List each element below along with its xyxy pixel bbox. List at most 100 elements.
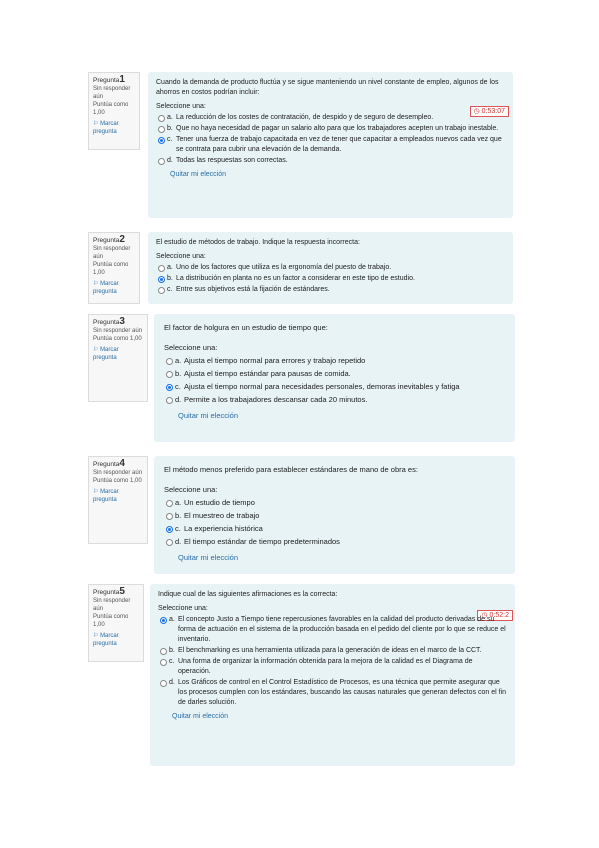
radio-button-selected[interactable] [158,137,165,144]
clear-choice-link[interactable]: Quitar mi elección [164,410,505,422]
option-text: La experiencia histórica [184,524,263,533]
question-text: El método menos preferido para establece… [164,465,418,474]
answer-option[interactable]: c. Entre sus objetivos está la fijación d… [156,285,505,295]
radio-button[interactable] [158,287,165,294]
option-text: La reducción de los costes de contrataci… [176,114,434,121]
option-text: Ajusta el tiempo estándar para pausas de… [184,369,351,378]
option-text: Que no haya necesidad de pagar un salari… [176,125,499,132]
option-text: Una forma de organizar la información ob… [178,658,473,675]
answer-option[interactable]: a. Ajusta el tiempo normal para errores y… [164,355,505,367]
question-label: Pregunta [93,461,120,468]
question-text: Cuando la demanda de producto fluctúa y … [156,79,499,96]
radio-button[interactable] [166,371,173,378]
answer-option[interactable]: c. Ajusta el tiempo normal para necesidad… [164,381,505,393]
radio-button[interactable] [158,158,165,165]
answer-option[interactable]: a. El concepto Justo a Tiempo tiene reper… [158,615,507,645]
radio-button[interactable] [158,115,165,122]
answer-option[interactable]: b. La distribución en planta no es un fac… [156,274,505,284]
question-info: Pregunta2 Sin responder aún Puntúa como … [88,232,140,304]
radio-button[interactable] [160,648,167,655]
select-prompt: Seleccione una: [156,103,206,110]
flag-question-button[interactable]: ⚐ Marcar pregunta [93,632,139,648]
question-info: Pregunta1 Sin responder aún Puntúa como … [88,72,140,150]
flag-icon: ⚐ [93,281,99,287]
question-info: Pregunta5 Sin responder aún Puntúa como … [88,584,144,662]
option-text: Todas las respuestas son correctas. [176,157,288,164]
option-text: Ajusta el tiempo normal para necesidades… [184,382,460,391]
question-text: El estudio de métodos de trabajo. Indiqu… [156,239,360,246]
flag-question-button[interactable]: ⚐ Marcar pregunta [93,346,143,362]
question-number: 5 [119,586,125,597]
flag-icon: ⚐ [93,347,99,353]
radio-button[interactable] [160,680,167,687]
answer-option[interactable]: b. El benchmarking es una herramienta uti… [158,646,507,656]
answer-option[interactable]: d. Todas las respuestas son correctas. [156,156,505,166]
answer-option[interactable]: b. El muestreo de trabajo [164,510,505,522]
option-text: Un estudio de tiempo [184,498,255,507]
option-text: El muestreo de trabajo [184,511,260,520]
radio-button[interactable] [166,397,173,404]
radio-button[interactable] [160,659,167,666]
radio-button-selected[interactable] [166,384,173,391]
select-prompt: Seleccione una: [158,605,208,612]
question-label: Pregunta [93,77,120,84]
question-status: Sin responder aún [93,598,131,612]
option-text: Los Gráficos de control en el Control Es… [178,679,507,706]
flag-icon: ⚐ [93,121,99,127]
question-score: Puntúa como 1,00 [93,262,129,276]
question-number: 4 [119,458,125,469]
question-score: Puntúa como 1,00 [93,102,129,116]
question-number: 1 [119,74,125,85]
option-text: El benchmarking es una herramienta utili… [178,647,482,654]
answer-option[interactable]: c. Tener una fuerza de trabajo capacitada… [156,135,505,155]
radio-button-selected[interactable] [166,526,173,533]
answer-option[interactable]: a. La reducción de los costes de contrata… [156,113,505,123]
question-content: El método menos preferido para establece… [154,456,515,574]
flag-question-button[interactable]: ⚐ Marcar pregunta [93,120,135,136]
question-2: Pregunta2 Sin responder aún Puntúa como … [88,232,513,304]
radio-button[interactable] [158,265,165,272]
select-prompt: Seleccione una: [164,485,218,494]
answer-option[interactable]: a. Uno de los factores que utiliza es la … [156,263,505,273]
option-text: El concepto Justo a Tiempo tiene repercu… [178,616,506,643]
question-content: El factor de holgura en un estudio de ti… [154,314,515,442]
question-5: Pregunta5 Sin responder aún Puntúa como … [88,584,515,766]
clear-choice-link[interactable]: Quitar mi elección [158,712,507,722]
question-content: Cuando la demanda de producto fluctúa y … [148,72,513,218]
radio-button[interactable] [166,513,173,520]
option-text: Permite a los trabajadores descansar cad… [184,395,368,404]
answer-option[interactable]: c. Una forma de organizar la información … [158,657,507,677]
radio-button[interactable] [166,358,173,365]
clear-choice-link[interactable]: Quitar mi elección [164,552,505,564]
option-text: Entre sus objetivos está la fijación de … [176,286,330,293]
option-text: La distribución en planta no es un facto… [176,275,415,282]
answer-option[interactable]: b. Que no haya necesidad de pagar un sala… [156,124,505,134]
answer-option[interactable]: c. La experiencia histórica [164,523,505,535]
clear-choice-link[interactable]: Quitar mi elección [156,170,505,180]
radio-button[interactable] [166,539,173,546]
answer-option[interactable]: b. Ajusta el tiempo estándar para pausas … [164,368,505,380]
flag-question-button[interactable]: ⚐ Marcar pregunta [93,280,135,296]
answer-option[interactable]: a. Un estudio de tiempo [164,497,505,509]
question-text: El factor de holgura en un estudio de ti… [164,323,328,332]
question-content: El estudio de métodos de trabajo. Indiqu… [148,232,513,304]
option-text: El tiempo estándar de tiempo predetermin… [184,537,340,546]
question-1: Pregunta1 Sin responder aún Puntúa como … [88,72,513,218]
radio-button-selected[interactable] [158,276,165,283]
select-prompt: Seleccione una: [164,343,218,352]
question-status: Sin responder aún [93,328,143,334]
question-text: Indique cual de las siguientes afirmacio… [158,591,338,598]
answer-option[interactable]: d. El tiempo estándar de tiempo predeterm… [164,536,505,548]
question-content: Indique cual de las siguientes afirmacio… [150,584,515,766]
question-status: Sin responder aún [93,246,131,260]
radio-button[interactable] [158,126,165,133]
question-info: Pregunta3 Sin responder aún Puntúa como … [88,314,148,402]
flag-icon: ⚐ [93,489,99,495]
question-info: Pregunta4 Sin responder aún Puntúa como … [88,456,148,544]
answer-option[interactable]: d. Los Gráficos de control en el Control … [158,678,507,708]
radio-button-selected[interactable] [160,617,167,624]
question-status: Sin responder aún [93,470,143,476]
answer-option[interactable]: d. Permite a los trabajadores descansar c… [164,394,505,406]
flag-question-button[interactable]: ⚐ Marcar pregunta [93,488,143,504]
radio-button[interactable] [166,500,173,507]
